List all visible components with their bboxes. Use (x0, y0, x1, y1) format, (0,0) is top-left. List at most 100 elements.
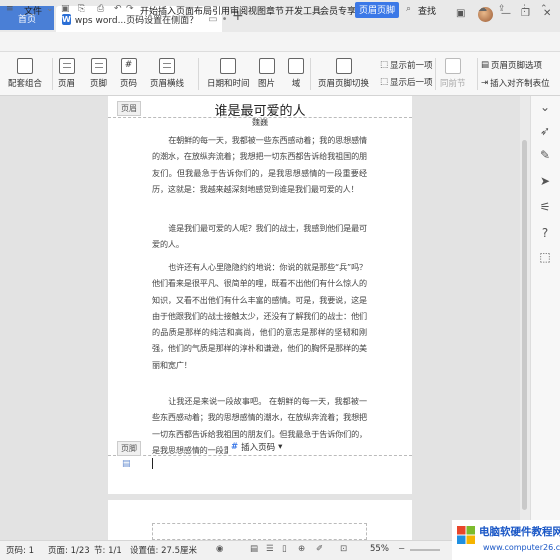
header-footer-options-button[interactable]: ▤ 页眉页脚选项 (481, 59, 542, 71)
wps-writer-icon: W (62, 13, 71, 25)
field-button[interactable]: 域 (288, 58, 304, 89)
insert-align-tab-label: 插入对齐制表位 (490, 79, 550, 89)
menu-header-footer[interactable]: 页眉页脚 (355, 2, 400, 18)
side-panel (530, 96, 560, 540)
menu-page-layout[interactable]: 页面布局 (176, 4, 212, 17)
show-next-button[interactable]: ⬚ 显示后一项 (380, 76, 433, 88)
menu-review[interactable]: 审阅 (230, 4, 248, 17)
same-as-previous-button[interactable]: 同前节 (440, 58, 466, 89)
picture-button[interactable]: 图片 (258, 58, 275, 89)
menu-view[interactable]: 视图 (248, 4, 266, 17)
export-icon[interactable]: ⎘ (78, 4, 85, 14)
backup-icon[interactable]: ⬚ (538, 250, 552, 264)
chevron-down-icon: ▾ (278, 442, 283, 452)
insert-align-tab-button[interactable]: ⇥ 插入对齐制表位 (481, 77, 550, 89)
scrollbar-thumb[interactable] (522, 140, 527, 510)
menu-references[interactable]: 引用 (212, 4, 230, 17)
menu-bar (0, 32, 560, 52)
divider (435, 58, 436, 90)
picture-label: 图片 (258, 79, 276, 89)
divider (198, 58, 199, 90)
menu-chapter[interactable]: 章节 (266, 4, 284, 17)
watermark-title: 电脑软硬件教程网 (479, 526, 560, 538)
chevron-down-icon[interactable]: ⌄ (46, 4, 54, 14)
status-section[interactable]: 节: 1/1 (94, 544, 122, 556)
collapse-panel-icon[interactable]: ⌄ (538, 100, 552, 114)
ribbon (0, 52, 560, 96)
menu-icon[interactable]: ≡ (6, 4, 14, 14)
insert-page-number-label: 插入页码 (241, 443, 276, 453)
zoom-level[interactable]: 55% (370, 544, 389, 554)
search-button[interactable]: 查找 (418, 4, 436, 17)
cloud-icon[interactable]: ☁ (478, 4, 487, 14)
date-time-button[interactable]: 日期和时间 (207, 58, 250, 89)
undo-icon[interactable]: ↶ (114, 4, 122, 14)
header-hline-button[interactable]: 页眉横线 (150, 58, 184, 89)
menu-insert[interactable]: 插入 (158, 4, 176, 17)
divider (310, 58, 311, 90)
pen-mode-icon[interactable]: ✐ (316, 544, 323, 554)
align-tab-icon: ⇥ (481, 78, 489, 88)
print-icon[interactable]: ⎙ (97, 4, 104, 14)
menu-developer[interactable]: 开发工具 (285, 4, 321, 17)
header-icon (58, 58, 75, 74)
eye-icon[interactable]: ◉ (216, 544, 223, 554)
rocket-icon[interactable]: ➶ (538, 124, 552, 138)
status-settings[interactable]: 设置值: 27.5厘米 (130, 544, 197, 556)
zoom-icon[interactable]: ⊡ (340, 544, 347, 554)
show-previous-button[interactable]: ⬚ 显示前一项 (380, 59, 433, 71)
adjust-icon[interactable]: ⚟ (538, 200, 552, 214)
watermark-url: www.computer26.com (483, 543, 560, 552)
footer-icon (90, 58, 107, 74)
divider (52, 58, 53, 90)
page-view-icon[interactable]: ▤ (250, 544, 258, 554)
document-author: 魏巍 (252, 118, 268, 127)
switch-header-footer-button[interactable]: 页眉页脚切换 (318, 58, 369, 89)
menu-member[interactable]: 会员专享 (320, 4, 356, 17)
status-pages[interactable]: 页面: 1/23 (48, 544, 90, 556)
page-number-icon: # (120, 58, 137, 74)
redo-icon[interactable]: ↷ (126, 4, 134, 14)
header-hline-label: 页眉横线 (150, 79, 185, 89)
switch-header-footer-label: 页眉页脚切换 (318, 79, 370, 89)
footer-area[interactable] (108, 455, 412, 471)
status-page[interactable]: 页码: 1 (6, 544, 34, 556)
page-number-button[interactable]: # 页码 (120, 58, 137, 89)
previous-icon: ⬚ (380, 60, 389, 70)
outline-view-icon[interactable]: ☰ (266, 544, 274, 554)
select-cursor-icon[interactable]: ➤ (538, 174, 552, 188)
show-next-label: 显示后一项 (390, 78, 433, 88)
footer-button[interactable]: 页脚 (90, 58, 107, 89)
save-icon[interactable]: ▣ (61, 4, 70, 14)
more-options-icon[interactable]: ⋮ (520, 4, 529, 14)
same-as-previous-label: 同前节 (440, 79, 466, 89)
link-icon (444, 58, 461, 74)
field-label: 域 (291, 79, 301, 89)
window-switch-icon[interactable]: ▣ (456, 8, 465, 19)
paragraph-format-icon[interactable]: ▤ (122, 459, 131, 469)
pen-icon[interactable]: ✎ (538, 148, 552, 162)
menu-start[interactable]: 开始 (140, 4, 158, 17)
header-button[interactable]: 页眉 (58, 58, 75, 89)
next-page-header-area[interactable] (152, 523, 367, 540)
text-cursor (152, 458, 153, 469)
config-combo-button[interactable]: 配套组合 (8, 58, 42, 89)
next-icon: ⬚ (380, 77, 389, 87)
search-icon[interactable]: ⌕ (406, 4, 411, 14)
date-time-label: 日期和时间 (207, 79, 250, 89)
divider (477, 58, 478, 90)
insert-page-number-button[interactable]: # 插入页码 ▾ (228, 440, 286, 454)
web-view-icon[interactable]: ⊕ (298, 544, 305, 554)
picture-icon (258, 58, 275, 74)
header-hline-icon (159, 58, 175, 74)
help-icon[interactable]: ? (538, 226, 552, 240)
zoom-slider[interactable] (410, 549, 440, 551)
menu-file[interactable]: 文件 (24, 4, 42, 17)
footer-tag: 页脚 (117, 441, 141, 456)
share-icon[interactable]: ⇪ (498, 4, 506, 14)
collapse-icon[interactable]: ⌃ (540, 4, 548, 14)
watermark-logo (457, 526, 475, 544)
options-icon: ▤ (481, 60, 490, 70)
reading-view-icon[interactable]: ▯ (282, 544, 287, 554)
zoom-out-icon[interactable]: − (398, 544, 405, 554)
